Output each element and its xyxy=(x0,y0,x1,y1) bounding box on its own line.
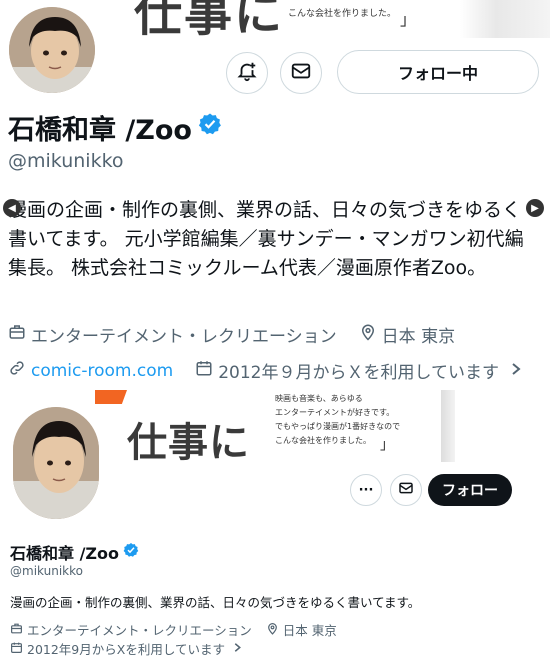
mail-icon xyxy=(290,60,312,86)
location: 日本 東京 xyxy=(359,322,455,347)
display-name: 石橋和章 /Zoo xyxy=(8,108,222,147)
display-name-text: 石橋和章 /Zoo xyxy=(8,115,192,146)
banner-bracket: 」 xyxy=(380,437,394,453)
category: エンターテイメント・レクリエーション xyxy=(8,322,337,347)
banner-shade xyxy=(441,390,455,462)
bio-standard: 漫画の企画・制作の裏側、業界の話、日々の気づきをゆるく書いてます。 xyxy=(10,595,421,610)
chevron-right-icon[interactable] xyxy=(233,641,242,656)
website-link[interactable]: comic-room.com xyxy=(31,361,173,381)
profile-banner[interactable]: 仕事に こんな会社を作りました。 」 xyxy=(100,0,550,38)
category-standard: エンターテイメント・レクリエーション xyxy=(10,620,252,639)
banner-orange-accent xyxy=(95,390,127,404)
following-button[interactable]: フォロー中 xyxy=(337,50,539,94)
calendar-icon xyxy=(10,641,23,656)
profile-avatar-standard[interactable] xyxy=(10,404,102,522)
profile-avatar[interactable] xyxy=(6,4,98,96)
profile-meta-row-standard-1: エンターテイメント・レクリエーション 日本 東京 xyxy=(10,620,351,639)
profile-header-zoomed: 仕事に こんな会社を作りました。 」 フォロー中 石橋和章 /Zoo @miku… xyxy=(0,0,550,390)
more-icon: ··· xyxy=(358,482,374,498)
joined-date-standard: 2012年9月からXを利用しています xyxy=(10,639,242,656)
location-pin-icon xyxy=(266,622,279,638)
follow-button[interactable]: フォロー xyxy=(428,474,512,506)
banner-caption: こんな会社を作りました。 xyxy=(288,9,397,19)
briefcase-icon xyxy=(8,323,26,346)
profile-meta-row-1: エンターテイメント・レクリエーション 日本 東京 xyxy=(8,322,477,347)
category-text: エンターテイメント・レクリエーション xyxy=(27,623,252,638)
joined-text: 2012年９月からＸを利用しています xyxy=(218,363,499,383)
calendar-icon xyxy=(195,359,213,382)
handle: @mikunikko xyxy=(8,150,124,172)
profile-meta-row-standard-2: 2012年9月からXを利用しています xyxy=(10,639,256,656)
display-name-standard: 石橋和章 /Zoo xyxy=(10,540,139,564)
mail-icon xyxy=(398,480,414,500)
handle-standard: @mikunikko xyxy=(10,564,83,578)
banner-bracket: 」 xyxy=(400,10,417,29)
location-text: 日本 東京 xyxy=(282,623,337,638)
verified-badge-icon[interactable] xyxy=(198,112,222,143)
notify-button[interactable] xyxy=(226,52,268,94)
arrow-left-icon[interactable]: ◀ xyxy=(3,199,21,217)
link-icon xyxy=(8,359,26,382)
location-standard: 日本 東京 xyxy=(266,620,337,639)
more-button[interactable]: ··· xyxy=(350,474,382,506)
verified-badge-icon[interactable] xyxy=(123,542,139,562)
chevron-right-icon[interactable] xyxy=(510,361,522,381)
banner-line: でもやっぱり漫画が1番好きなので xyxy=(275,422,401,431)
display-name-text: 石橋和章 /Zoo xyxy=(10,544,120,563)
banner-headline: 仕事に xyxy=(127,420,250,462)
banner-shade xyxy=(460,0,550,38)
joined-text: 2012年9月からXを利用しています xyxy=(27,642,225,656)
profile-banner-standard[interactable]: 仕事に 映画も音楽も、あらゆる エンターテイメントが好きです。 でもやっぱり漫画… xyxy=(95,390,455,462)
bio: 漫画の企画・制作の裏側、業界の話、日々の気づきをゆるく書いてます。 元小学館編集… xyxy=(8,199,524,279)
profile-meta-row-2: comic-room.com 2012年９月からＸを利用しています xyxy=(8,358,544,383)
arrow-right-icon[interactable]: ▶ xyxy=(526,199,544,217)
message-button[interactable] xyxy=(280,52,322,94)
message-button-standard[interactable] xyxy=(390,474,422,506)
banner-line: 映画も音楽も、あらゆる xyxy=(275,394,363,403)
notification-bell-plus-icon xyxy=(236,60,258,86)
briefcase-icon xyxy=(10,622,23,638)
category-text: エンターテイメント・レクリエーション xyxy=(31,327,337,347)
website[interactable]: comic-room.com xyxy=(8,359,173,382)
joined-date: 2012年９月からＸを利用しています xyxy=(195,358,522,383)
banner-headline: 仕事に xyxy=(134,0,285,38)
location-pin-icon xyxy=(359,323,377,346)
location-text: 日本 東京 xyxy=(381,327,456,347)
banner-line: エンターテイメントが好きです。 xyxy=(275,408,395,417)
